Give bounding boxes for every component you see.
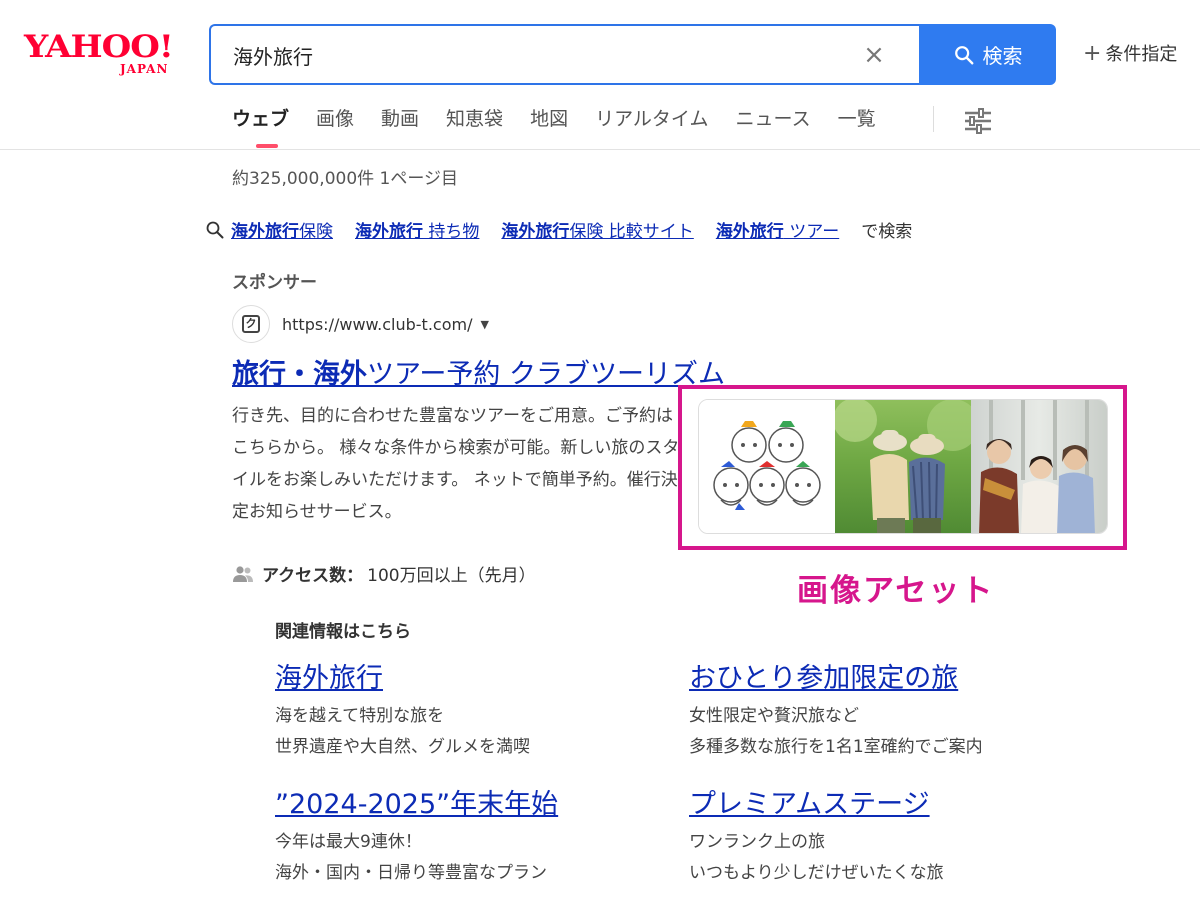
result-count: 約325,000,000件 1ページ目 bbox=[232, 169, 459, 189]
sitelink-title[interactable]: ”2024-2025”年末年始 bbox=[275, 782, 558, 821]
search-button-label: 検索 bbox=[982, 44, 1023, 68]
sitelink-desc-line: 海を越えて特別な旅を bbox=[275, 706, 445, 726]
sitelink-desc-line: 多種多数な旅行を1名1室確約でご案内 bbox=[689, 737, 983, 757]
tab-web[interactable]: ウェブ bbox=[232, 104, 289, 148]
tab-realtime[interactable]: リアルタイム bbox=[595, 104, 708, 139]
advertiser-favicon: ク bbox=[232, 305, 270, 343]
search-icon bbox=[954, 45, 973, 64]
suggestion-link[interactable]: 海外旅行保険 比較サイト bbox=[501, 217, 693, 242]
ad-description: 行き先、目的に合わせた豊富なツアーをご用意。ご予約はこちらから。 様々な条件から… bbox=[232, 406, 680, 522]
search-button[interactable]: 検索 bbox=[919, 24, 1056, 85]
ad-url-row[interactable]: ク https://www.club-t.com/ ▼ bbox=[232, 305, 489, 343]
sitelink-desc-line: 女性限定や贅沢旅など bbox=[689, 706, 859, 726]
image-asset-highlight bbox=[678, 385, 1127, 550]
search-icon bbox=[206, 221, 224, 238]
suggestion-link[interactable]: 海外旅行保険 bbox=[231, 217, 333, 242]
search-tabs: ウェブ 画像 動画 知恵袋 地図 リアルタイム ニュース 一覧 bbox=[232, 104, 903, 148]
sitelink: ”2024-2025”年末年始 今年は最大9連休！ 海外・国内・日帰り等豊富なプ… bbox=[275, 782, 558, 889]
tab-maps[interactable]: 地図 bbox=[530, 104, 568, 139]
image-asset-caption: 画像アセット bbox=[797, 573, 995, 609]
tab-videos[interactable]: 動画 bbox=[381, 104, 419, 139]
sitelink-desc-line: 海外・国内・日帰り等豊富なプラン bbox=[275, 863, 547, 883]
suggestion-link[interactable]: 海外旅行 ツアー bbox=[716, 217, 839, 242]
tab-images[interactable]: 画像 bbox=[316, 104, 354, 139]
tab-chiebukuro[interactable]: 知恵袋 bbox=[446, 104, 503, 139]
tab-list[interactable]: 一覧 bbox=[838, 104, 876, 139]
header-divider bbox=[0, 149, 1200, 150]
ad-title-link[interactable]: 旅行・海外ツアー予約 クラブツーリズム bbox=[232, 352, 725, 391]
conditions-button[interactable]: + 条件指定 bbox=[1083, 40, 1177, 66]
sitelink-desc-line: 今年は最大9連休！ bbox=[275, 832, 422, 852]
suggestions-tail: で検索 bbox=[861, 222, 913, 242]
sitelink: 海外旅行 海を越えて特別な旅を 世界遺産や大自然、グルメを満喫 bbox=[275, 656, 530, 763]
related-searches: 海外旅行保険 海外旅行 持ち物 海外旅行保険 比較サイト 海外旅行 ツアー で検… bbox=[205, 217, 912, 242]
chevron-down-icon[interactable]: ▼ bbox=[480, 318, 488, 331]
tab-news[interactable]: ニュース bbox=[736, 104, 811, 139]
related-info-heading: 関連情報はこちら bbox=[275, 622, 411, 642]
sitelink: おひとり参加限定の旅 女性限定や贅沢旅など 多種多数な旅行を1名1室確約でご案内 bbox=[689, 656, 983, 763]
sponsor-label: スポンサー bbox=[232, 273, 317, 293]
sitelink-title[interactable]: プレミアムステージ bbox=[689, 782, 944, 821]
conditions-label: 条件指定 bbox=[1105, 44, 1178, 65]
access-count: アクセス数： 100万回以上（先月） bbox=[232, 561, 536, 586]
clear-search-button[interactable]: × bbox=[859, 38, 889, 72]
tab-divider bbox=[933, 106, 934, 132]
suggestion-link[interactable]: 海外旅行 持ち物 bbox=[355, 217, 479, 242]
logo-text: YAHOO! bbox=[24, 29, 174, 66]
yahoo-japan-logo[interactable]: YAHOO! JAPAN bbox=[24, 32, 184, 76]
sitelink: プレミアムステージ ワンランク上の旅 いつもより少しだけぜいたくな旅 bbox=[689, 782, 944, 889]
logo-subtext: JAPAN bbox=[120, 62, 169, 76]
plus-icon: + bbox=[1083, 41, 1102, 66]
users-icon bbox=[233, 565, 253, 582]
search-box: × bbox=[209, 24, 920, 85]
sitelink-title[interactable]: 海外旅行 bbox=[275, 656, 530, 695]
sitelink-desc-line: 世界遺産や大自然、グルメを満喫 bbox=[275, 737, 530, 757]
search-input[interactable] bbox=[233, 40, 833, 70]
sitelink-desc-line: ワンランク上の旅 bbox=[689, 832, 825, 852]
sitelink-title[interactable]: おひとり参加限定の旅 bbox=[689, 656, 983, 695]
filter-settings-icon[interactable] bbox=[962, 106, 994, 136]
sitelink-desc-line: いつもより少しだけぜいたくな旅 bbox=[689, 863, 944, 883]
ad-url: https://www.club-t.com/ bbox=[282, 314, 473, 334]
